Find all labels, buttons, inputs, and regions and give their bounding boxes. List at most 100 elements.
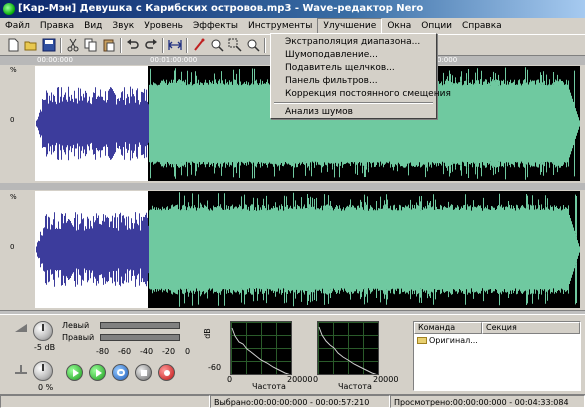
menu-windows[interactable]: Окна [382, 18, 416, 34]
menu-edit[interactable]: Правка [35, 18, 79, 34]
loop-icon [117, 369, 125, 376]
spectrum-y-min: -60 [208, 363, 222, 372]
undo-icon[interactable] [126, 38, 140, 52]
status-bar: Выбрано:00:00:00:000 - 00:00:57:210 Прос… [0, 394, 585, 408]
waveform-selected-part [36, 86, 149, 161]
spectrum-x-label: Частота [338, 382, 372, 391]
stop-icon [141, 370, 147, 376]
toolbar-separator [162, 38, 164, 53]
spectrum-x-min: 0 [313, 375, 319, 384]
zoom-in-icon[interactable] [210, 38, 224, 52]
left-level-meter [100, 322, 180, 329]
window-titlebar[interactable]: [Кар-Мэн] Девушка с Карибских островов.m… [0, 0, 585, 18]
menu-sound[interactable]: Звук [107, 18, 139, 34]
spectrum-right [317, 321, 379, 375]
left-channel-label: Левый [62, 321, 90, 330]
menu-enhance[interactable]: Улучшение [317, 18, 383, 34]
history-panel: Команда Секция Оригинал... [413, 321, 581, 391]
status-selected: Выбрано:00:00:00:000 - 00:00:57:210 [210, 395, 390, 408]
spectrum-left-curve [231, 327, 290, 374]
volume-knob[interactable] [33, 321, 53, 341]
marker-icon[interactable] [192, 38, 206, 52]
menu-separator [274, 102, 433, 104]
volume-icon [15, 324, 27, 332]
status-viewed: Просмотрено:00:00:00:000 - 00:04:33:084 [390, 395, 585, 408]
toolbar-separator [186, 38, 188, 53]
meter-scale-label: -60 [118, 347, 132, 356]
waveform-selected-part [36, 212, 149, 287]
play-icon [73, 369, 79, 377]
zoom-fit-icon[interactable] [168, 38, 182, 52]
menu-view[interactable]: Вид [79, 18, 107, 34]
copy-icon[interactable] [84, 38, 98, 52]
menu-options[interactable]: Опции [416, 18, 457, 34]
meter-scale-label: -80 [96, 347, 110, 356]
history-col-section[interactable]: Секция [482, 322, 580, 334]
record-button[interactable] [158, 364, 175, 381]
menu-item-noise-reduction[interactable]: Шумоподавление... [273, 49, 435, 62]
meter-scale-label: -20 [162, 347, 176, 356]
enhance-dropdown-menu: Экстраполяция диапазона... Шумоподавлени… [270, 33, 451, 119]
menu-item-click-remover[interactable]: Подавитель щелчков... [273, 62, 435, 75]
right-level-meter [100, 334, 180, 341]
window-title: [Кар-Мэн] Девушка с Карибских островов.m… [18, 3, 424, 14]
history-row[interactable]: Оригинал... [417, 336, 478, 345]
ruler-label: 00:01:00:000 [150, 56, 198, 64]
toolbar-separator [60, 38, 62, 53]
meter-scale-label: 0 [185, 347, 191, 356]
spectrum-left [230, 321, 292, 375]
waveform-right[interactable] [35, 191, 580, 308]
menu-help[interactable]: Справка [457, 18, 507, 34]
meter-scale-label: -40 [140, 347, 154, 356]
y-axis-zero: 0 [10, 243, 15, 251]
menu-item-dc-offset[interactable]: Коррекция постоянного смещения [273, 88, 451, 101]
zoom-selection-icon[interactable] [228, 38, 242, 52]
menu-item-bandwidth-extrapolation[interactable]: Экстраполяция диапазона... [273, 36, 435, 49]
spectrum-right-curve [318, 326, 377, 374]
spectrum-x-label: Частота [252, 382, 286, 391]
spectrum-x-max: 20000 [287, 375, 313, 384]
menu-item-noise-analysis[interactable]: Анализ шумов [273, 106, 435, 119]
volume-value: -5 dB [34, 343, 56, 352]
right-channel-label: Правый [62, 333, 95, 342]
status-empty [0, 395, 210, 408]
menubar: Файл Правка Вид Звук Уровень Эффекты Инс… [0, 18, 585, 34]
folder-icon [417, 337, 427, 344]
menu-effects[interactable]: Эффекты [188, 18, 243, 34]
waveform-unselected-part [149, 204, 580, 295]
pan-icon [15, 365, 27, 374]
menu-tools[interactable]: Инструменты [243, 18, 317, 34]
redo-icon[interactable] [144, 38, 158, 52]
pan-value: 0 % [38, 383, 54, 392]
y-axis-label: % [10, 193, 17, 201]
menu-item-filter-panel[interactable]: Панель фильтров... [273, 75, 435, 88]
history-col-command[interactable]: Команда [414, 322, 482, 334]
y-axis-label: % [10, 66, 17, 74]
control-panel: -5 dB 0 % Левый Правый -80 -60 -40 -20 0… [0, 314, 585, 394]
open-folder-icon[interactable] [24, 38, 38, 52]
paste-icon[interactable] [102, 38, 116, 52]
record-icon [164, 370, 170, 376]
spectrum-x-min: 0 [227, 375, 233, 384]
play-selection-icon [96, 369, 102, 377]
ruler-label: 00:00:000 [37, 56, 73, 64]
spectrum-db-label: dB [202, 328, 212, 339]
menu-file[interactable]: Файл [0, 18, 35, 34]
toolbar-separator [264, 38, 266, 53]
play-selection-button[interactable] [89, 364, 106, 381]
save-icon[interactable] [42, 38, 56, 52]
waveform-right-svg [36, 192, 580, 307]
new-file-icon[interactable] [6, 38, 20, 52]
channel-right-track: % 0 [0, 183, 585, 310]
cut-icon[interactable] [66, 38, 80, 52]
toolbar-separator [120, 38, 122, 53]
nero-app-icon [3, 3, 15, 15]
channel-divider [0, 183, 585, 190]
pan-knob[interactable] [33, 361, 53, 381]
stop-button[interactable] [135, 364, 152, 381]
zoom-out-icon[interactable] [246, 38, 260, 52]
loop-button[interactable] [112, 364, 129, 381]
spectrum-x-max: 20000 [373, 375, 399, 384]
menu-level[interactable]: Уровень [139, 18, 188, 34]
play-button[interactable] [66, 364, 83, 381]
